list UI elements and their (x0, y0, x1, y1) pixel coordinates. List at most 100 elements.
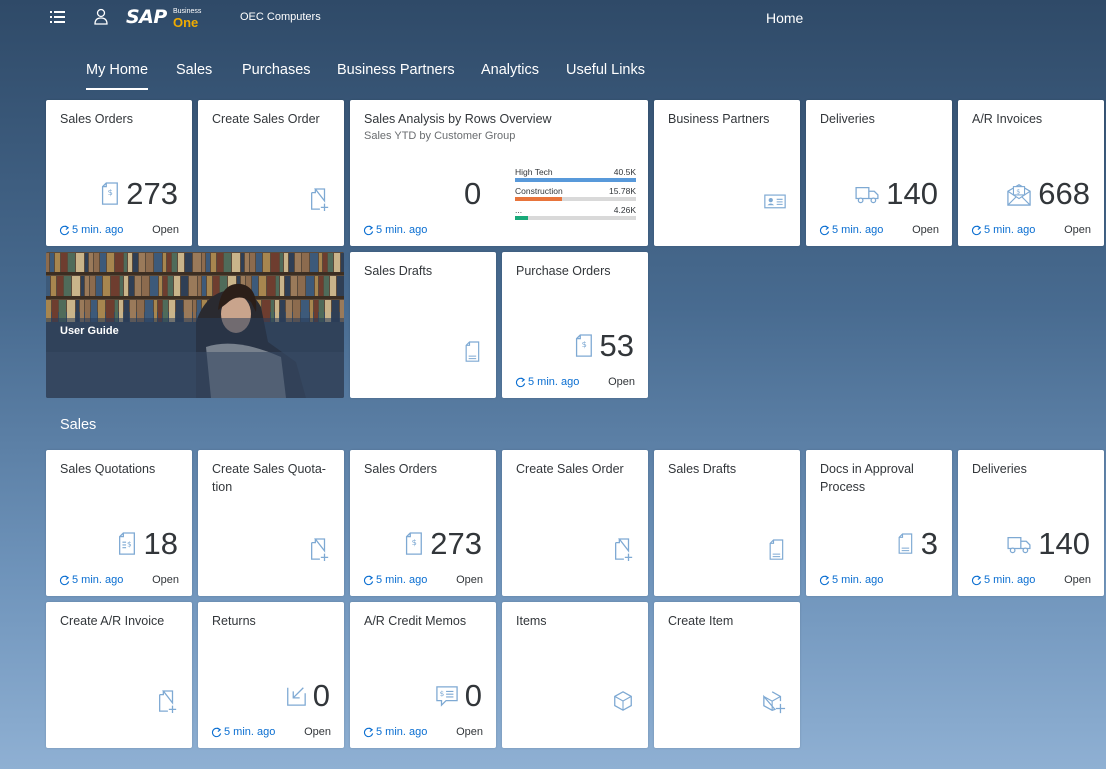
tile-title: Deliveries (820, 112, 875, 126)
tile-count: 273 (126, 176, 178, 211)
mini-chart-label: Construction (515, 186, 563, 196)
open-label: Open (304, 726, 331, 738)
document-draft-icon (895, 532, 915, 556)
tile-sales-quotations[interactable]: Sales Quotations 18 5 min. ago Open (46, 450, 192, 596)
open-label: Open (152, 574, 179, 586)
refresh-link[interactable]: 5 min. ago (211, 726, 275, 738)
tile-count: 0 (312, 678, 330, 713)
tile-items[interactable]: Items (502, 602, 648, 748)
refresh-link[interactable]: 5 min. ago (971, 574, 1035, 586)
tile-title: Create A/R Invoice (60, 614, 165, 628)
tile-title: Deliveries (972, 462, 1027, 476)
refresh-icon (971, 575, 982, 586)
invoice-envelope-icon (1006, 182, 1032, 206)
refresh-icon (211, 727, 222, 738)
tile-returns[interactable]: Returns 0 5 min. ago Open (198, 602, 344, 748)
tile-create-sales-order[interactable]: Create Sales Order (198, 100, 344, 246)
mini-chart-value: 40.5K (613, 167, 636, 177)
document-add-icon (308, 188, 330, 212)
user-icon[interactable] (94, 8, 108, 25)
tile-count: 273 (430, 526, 482, 561)
tile-sales-drafts-2[interactable]: Sales Drafts (654, 450, 800, 596)
mini-chart-track (515, 197, 636, 201)
tile-title: Sales Drafts (364, 264, 433, 278)
refresh-link[interactable]: 5 min. ago (515, 376, 579, 388)
tile-count: 0 (464, 176, 482, 211)
tile-title: Sales Drafts (668, 462, 737, 476)
business-card-icon (764, 192, 786, 210)
tab-useful-links[interactable]: Useful Links (566, 62, 645, 78)
tile-create-sales-order-2[interactable]: Create Sales Order (502, 450, 648, 596)
refresh-link[interactable]: 5 min. ago (59, 224, 123, 236)
tile-title: Business Partners (668, 112, 770, 126)
refresh-icon (363, 575, 374, 586)
tile-title: Docs in Approval Process (820, 462, 914, 494)
tile-title: Returns (212, 614, 256, 628)
mini-chart-track (515, 216, 636, 220)
tab-my-home[interactable]: My Home (86, 62, 149, 90)
tile-count: 53 (599, 328, 634, 363)
company-name[interactable]: OEC Computers (240, 11, 321, 23)
tile-title: Create Item (668, 614, 734, 628)
document-add-icon (156, 690, 178, 714)
tile-ar-credit-memos[interactable]: A/R Credit Memos 0 5 min. ago Open (350, 602, 496, 748)
page-title: Home (766, 10, 804, 26)
tile-sales-orders[interactable]: Sales Orders 273 5 min. ago Open (46, 100, 192, 246)
mini-bar-chart: High Tech 40.5K Construction 15.78K... 4.26K (515, 167, 636, 224)
tile-deliveries-2[interactable]: Deliveries 140 5 min. ago Open (958, 450, 1104, 596)
credit-memo-icon (435, 685, 459, 707)
tile-sales-drafts[interactable]: Sales Drafts (350, 252, 496, 398)
box-add-icon (762, 690, 786, 714)
tile-count: 0 (464, 678, 482, 713)
refresh-link[interactable]: 5 min. ago (819, 574, 883, 586)
tile-title: Create Sales Quota-tion (212, 462, 326, 494)
tile-deliveries[interactable]: Deliveries 140 5 min. ago Open (806, 100, 952, 246)
tile-business-partners[interactable]: Business Partners (654, 100, 800, 246)
tab-analytics[interactable]: Analytics (481, 62, 539, 78)
refresh-link[interactable]: 5 min. ago (59, 574, 123, 586)
tile-count: 18 (143, 526, 178, 561)
mini-chart-value: 15.78K (609, 186, 636, 196)
tile-purchase-orders[interactable]: Purchase Orders 53 5 min. ago Open (502, 252, 648, 398)
document-draft-icon (766, 538, 786, 562)
refresh-link[interactable]: 5 min. ago (363, 574, 427, 586)
user-guide-caption: User Guide (60, 325, 119, 337)
refresh-icon (819, 225, 830, 236)
truck-icon (1006, 534, 1032, 554)
box-icon (612, 690, 634, 712)
tile-title: A/R Invoices (972, 112, 1043, 126)
refresh-icon (59, 575, 70, 586)
refresh-icon (515, 377, 526, 388)
refresh-link[interactable]: 5 min. ago (971, 224, 1035, 236)
refresh-link[interactable]: 5 min. ago (363, 224, 427, 236)
mini-chart-bar (515, 197, 563, 201)
tile-sales-analysis[interactable]: Sales Analysis by Rows Overview Sales YT… (350, 100, 648, 246)
refresh-icon (363, 727, 374, 738)
tile-title: Sales Analysis by Rows Overview (364, 112, 552, 126)
open-label: Open (1064, 224, 1091, 236)
tile-create-item[interactable]: Create Item (654, 602, 800, 748)
shell-bar: SAP Business One OEC Computers Home (0, 0, 1106, 36)
tile-title: Sales Quotations (60, 462, 156, 476)
document-draft-icon (462, 340, 482, 364)
tile-docs-in-approval[interactable]: Docs in Approval Process 3 5 min. ago (806, 450, 952, 596)
tile-create-sales-quotation[interactable]: Create Sales Quota-tion (198, 450, 344, 596)
tile-user-guide[interactable]: User Guide (46, 252, 344, 398)
tile-ar-invoices[interactable]: A/R Invoices 668 5 min. ago Open (958, 100, 1104, 246)
document-dollar-icon (572, 334, 594, 358)
tile-subtitle: Sales YTD by Customer Group (364, 130, 516, 142)
document-dollar-icon (98, 182, 120, 206)
refresh-link[interactable]: 5 min. ago (363, 726, 427, 738)
tile-title: A/R Credit Memos (364, 614, 467, 628)
tile-create-ar-invoice[interactable]: Create A/R Invoice (46, 602, 192, 748)
tile-count: 3 (920, 526, 938, 561)
menu-icon[interactable] (50, 10, 66, 24)
tab-sales[interactable]: Sales (176, 62, 212, 78)
tab-purchases[interactable]: Purchases (242, 62, 311, 78)
refresh-link[interactable]: 5 min. ago (819, 224, 883, 236)
open-label: Open (912, 224, 939, 236)
refresh-icon (363, 225, 374, 236)
tab-business-partners[interactable]: Business Partners (337, 62, 455, 78)
tile-title: Create Sales Order (212, 112, 320, 126)
tile-sales-orders-2[interactable]: Sales Orders 273 5 min. ago Open (350, 450, 496, 596)
